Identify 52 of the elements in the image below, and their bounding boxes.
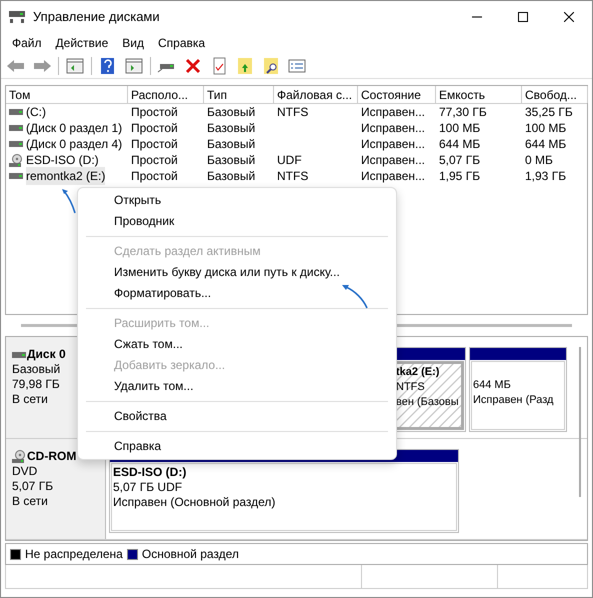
table-cell-text: Простой bbox=[131, 152, 178, 169]
table-cell-text: 100 МБ bbox=[525, 120, 566, 137]
table-cell-text: Простой bbox=[131, 120, 178, 137]
table-cell-text: (C:) bbox=[26, 104, 46, 121]
table-cell-text: (Диск 0 раздел 1) bbox=[26, 120, 122, 137]
table-cell-text: Простой bbox=[131, 104, 178, 121]
table-cell-text: Базовый bbox=[207, 136, 256, 153]
table-cell-text: 77,30 ГБ bbox=[439, 104, 487, 121]
table-cell-text: Исправен... bbox=[361, 120, 426, 137]
window-title: Управление дисками bbox=[33, 8, 160, 26]
table-cell-text: 0 МБ bbox=[525, 152, 553, 169]
table-cell-text: 644 МБ bbox=[525, 136, 566, 153]
table-cell-text: Исправен... bbox=[361, 136, 426, 153]
partition-info: NTFS bbox=[396, 380, 426, 395]
table-cell-text: 1,95 ГБ bbox=[439, 168, 480, 185]
table-cell-text: Простой bbox=[131, 136, 178, 153]
table-cell-text: Исправен... bbox=[361, 104, 426, 121]
disk-info: В сети bbox=[12, 494, 49, 508]
table-cell-text: 35,25 ГБ bbox=[525, 104, 573, 121]
table-cell-text: UDF bbox=[277, 152, 302, 169]
table-cell-text: 5,07 ГБ bbox=[439, 152, 480, 169]
table-cell-text: ESD-ISO (D:) bbox=[26, 152, 99, 169]
partition-info: Исправен (Основной раздел) bbox=[113, 494, 276, 510]
partition-title: ESD-ISO (D:) bbox=[113, 464, 188, 480]
partition-info: 644 МБ bbox=[473, 378, 512, 393]
table-cell: remontka2 (E:) bbox=[26, 167, 106, 185]
disk-info: Базовый bbox=[12, 362, 62, 377]
table-cell-text: NTFS bbox=[277, 104, 308, 121]
disk-name: CD-ROM bbox=[27, 448, 76, 464]
partition-info: Исправен (Разд bbox=[473, 393, 554, 408]
disk-info: В сети bbox=[12, 392, 49, 407]
partition-info: вен (Базовы bbox=[396, 395, 460, 410]
legend-label: Не распределена bbox=[25, 546, 123, 563]
table-cell-text: Исправен... bbox=[361, 168, 426, 185]
table-cell-text: Базовый bbox=[207, 168, 256, 185]
disk-info: DVD bbox=[12, 464, 38, 478]
table-cell-text: Базовый bbox=[207, 120, 256, 137]
disk-name: Диск 0 bbox=[27, 347, 66, 362]
partition-info: 5,07 ГБ UDF bbox=[113, 480, 184, 494]
table-cell-text: NTFS bbox=[277, 168, 308, 185]
table-cell-text: 644 МБ bbox=[439, 136, 480, 153]
table-cell-text: 1,93 ГБ bbox=[525, 168, 566, 185]
table-cell-text: (Диск 0 раздел 4) bbox=[26, 136, 122, 153]
legend-label: Основной раздел bbox=[142, 546, 239, 563]
disk-info: 79,98 ГБ bbox=[12, 377, 61, 392]
table-cell-text: Простой bbox=[131, 168, 178, 185]
table-cell-text: Базовый bbox=[207, 104, 256, 121]
table-cell-text: Исправен... bbox=[361, 152, 426, 169]
table-cell-text: 100 МБ bbox=[439, 120, 480, 137]
disk-info: 5,07 ГБ bbox=[12, 478, 54, 494]
partition-title: tka2 (E:) bbox=[396, 365, 440, 380]
table-cell-text: Базовый bbox=[207, 152, 256, 169]
